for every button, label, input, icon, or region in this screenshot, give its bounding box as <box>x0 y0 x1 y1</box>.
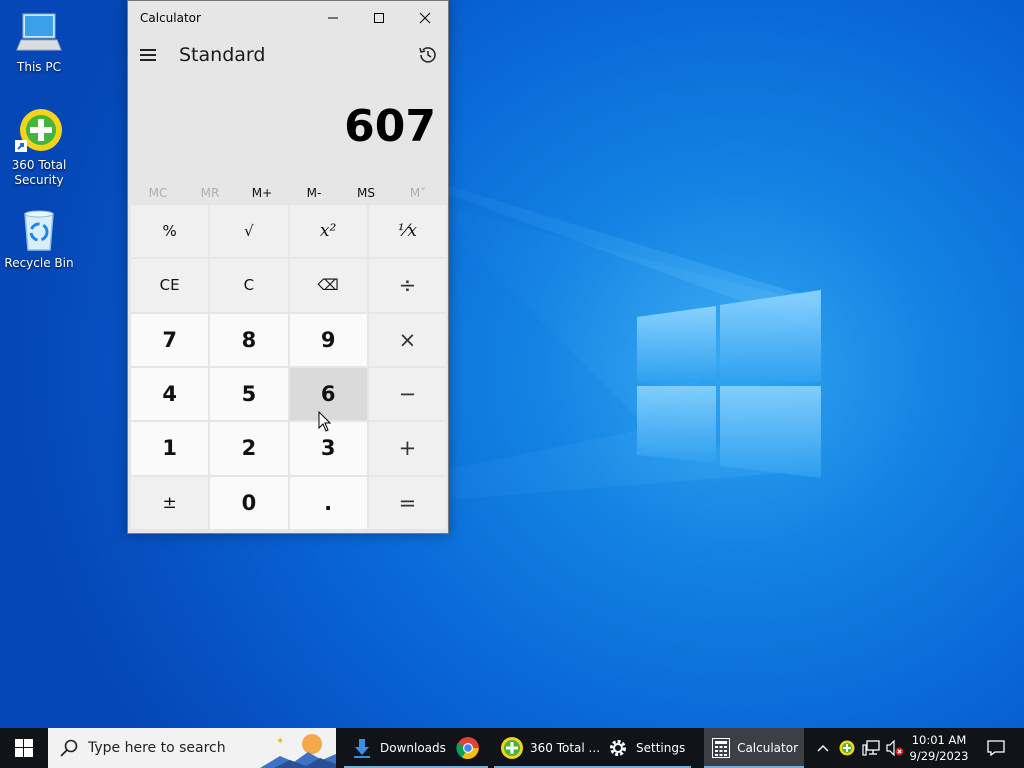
navigation-menu-button[interactable] <box>138 43 160 65</box>
desktop-icon-this-pc[interactable]: This PC <box>1 10 77 75</box>
digit-5-button[interactable]: 5 <box>210 367 288 421</box>
memory-store-button[interactable]: MS <box>340 179 392 207</box>
mouse-cursor-icon <box>318 411 332 432</box>
equals-button[interactable]: = <box>368 476 446 529</box>
notification-icon <box>987 740 1005 756</box>
chevron-up-icon <box>817 745 829 752</box>
clock-date: 9/29/2023 <box>909 749 969 763</box>
memory-list-button[interactable]: M˅ <box>392 179 444 207</box>
memory-subtract-button[interactable]: M- <box>288 179 340 207</box>
360-total-security-icon <box>500 736 524 760</box>
percent-button[interactable]: % <box>131 205 209 258</box>
tray-360-security[interactable] <box>836 728 858 768</box>
keypad: % √ x² ⅟x CE C ⌫ ÷ 7 8 9 × 4 5 6 − 1 2 3… <box>131 205 446 529</box>
desktop-icon-label: 360 Total <box>11 158 67 172</box>
taskbar-search-box[interactable]: Type here to search ✦ <box>48 728 336 768</box>
digit-9-button[interactable]: 9 <box>289 313 367 366</box>
svg-text:✦: ✦ <box>276 736 284 747</box>
desktop-icon-360-total-security[interactable]: 360 Total Security <box>1 108 77 188</box>
this-pc-icon <box>15 10 63 58</box>
taskbar-app-label: Downloads <box>380 741 446 755</box>
mode-title: Standard <box>179 44 266 66</box>
downloads-folder-icon <box>350 736 374 760</box>
minimize-icon <box>328 17 338 19</box>
window-title: Calculator <box>140 11 201 25</box>
chrome-icon <box>456 736 480 760</box>
memory-add-button[interactable]: M+ <box>236 179 288 207</box>
title-bar[interactable]: Calculator <box>128 1 448 35</box>
taskbar-360-total-security[interactable]: 360 Total ... <box>494 728 607 768</box>
taskbar-app-label: 360 Total ... <box>530 741 601 755</box>
close-button[interactable] <box>402 1 448 35</box>
history-icon <box>419 47 436 63</box>
taskbar-settings[interactable]: Settings <box>600 728 692 768</box>
digit-7-button[interactable]: 7 <box>131 313 209 366</box>
digit-0-button[interactable]: 0 <box>210 476 288 529</box>
search-icon <box>60 739 78 757</box>
desktop-icon-label: This PC <box>17 60 61 74</box>
search-placeholder: Type here to search <box>88 740 226 756</box>
desktop-icon-recycle-bin[interactable]: Recycle Bin <box>1 206 77 271</box>
taskbar-downloads[interactable]: Downloads <box>344 728 452 768</box>
clear-entry-button[interactable]: CE <box>131 259 209 312</box>
gear-icon <box>606 736 630 760</box>
taskbar-chrome[interactable] <box>448 728 488 768</box>
digit-8-button[interactable]: 8 <box>210 313 288 366</box>
negate-button[interactable]: ± <box>131 476 209 529</box>
tray-network[interactable] <box>860 728 882 768</box>
minimize-button[interactable] <box>310 1 356 35</box>
360-total-security-icon <box>839 740 855 756</box>
network-icon <box>862 740 880 756</box>
close-icon <box>419 12 431 24</box>
360-total-security-icon <box>15 108 63 156</box>
maximize-icon <box>374 13 384 23</box>
action-center-button[interactable] <box>976 728 1016 768</box>
taskbar-app-label: Calculator <box>737 741 798 755</box>
history-button[interactable] <box>416 43 440 67</box>
clock-time: 10:01 AM <box>911 733 967 747</box>
decimal-button[interactable]: . <box>289 476 367 529</box>
desktop-icon-label: Recycle Bin <box>4 256 74 270</box>
plus-button[interactable]: + <box>368 422 446 475</box>
volume-muted-icon <box>886 740 904 756</box>
taskbar-app-label: Settings <box>636 741 686 755</box>
show-hidden-icons-button[interactable] <box>812 728 834 768</box>
digit-1-button[interactable]: 1 <box>131 422 209 475</box>
display-value: 607 <box>344 101 436 152</box>
divide-button[interactable]: ÷ <box>368 259 446 312</box>
maximize-button[interactable] <box>356 1 402 35</box>
square-root-button[interactable]: √ <box>210 205 288 258</box>
result-display: 607 <box>128 75 448 179</box>
calculator-icon <box>710 736 731 760</box>
multiply-button[interactable]: × <box>368 313 446 366</box>
taskbar: Type here to search ✦ Downloads 360 Tota… <box>0 728 1024 768</box>
tray-volume[interactable] <box>884 728 906 768</box>
desktop-icon-label: Security <box>14 173 64 187</box>
reciprocal-button[interactable]: ⅟x <box>368 205 446 258</box>
minus-button[interactable]: − <box>368 367 446 421</box>
recycle-bin-icon <box>15 206 63 254</box>
memory-recall-button[interactable]: MR <box>184 179 236 207</box>
memory-clear-button[interactable]: MC <box>132 179 184 207</box>
windows-logo-icon <box>15 739 33 757</box>
search-highlight-illustration-icon: ✦ <box>260 734 336 768</box>
square-button[interactable]: x² <box>289 205 367 258</box>
backspace-button[interactable]: ⌫ <box>289 259 367 312</box>
start-button[interactable] <box>0 728 48 768</box>
taskbar-clock[interactable]: 10:01 AM 9/29/2023 <box>906 732 972 764</box>
digit-2-button[interactable]: 2 <box>210 422 288 475</box>
clear-button[interactable]: C <box>210 259 288 312</box>
digit-4-button[interactable]: 4 <box>131 367 209 421</box>
memory-row: MC MR M+ M- MS M˅ <box>128 179 448 207</box>
taskbar-calculator[interactable]: Calculator <box>704 728 804 768</box>
